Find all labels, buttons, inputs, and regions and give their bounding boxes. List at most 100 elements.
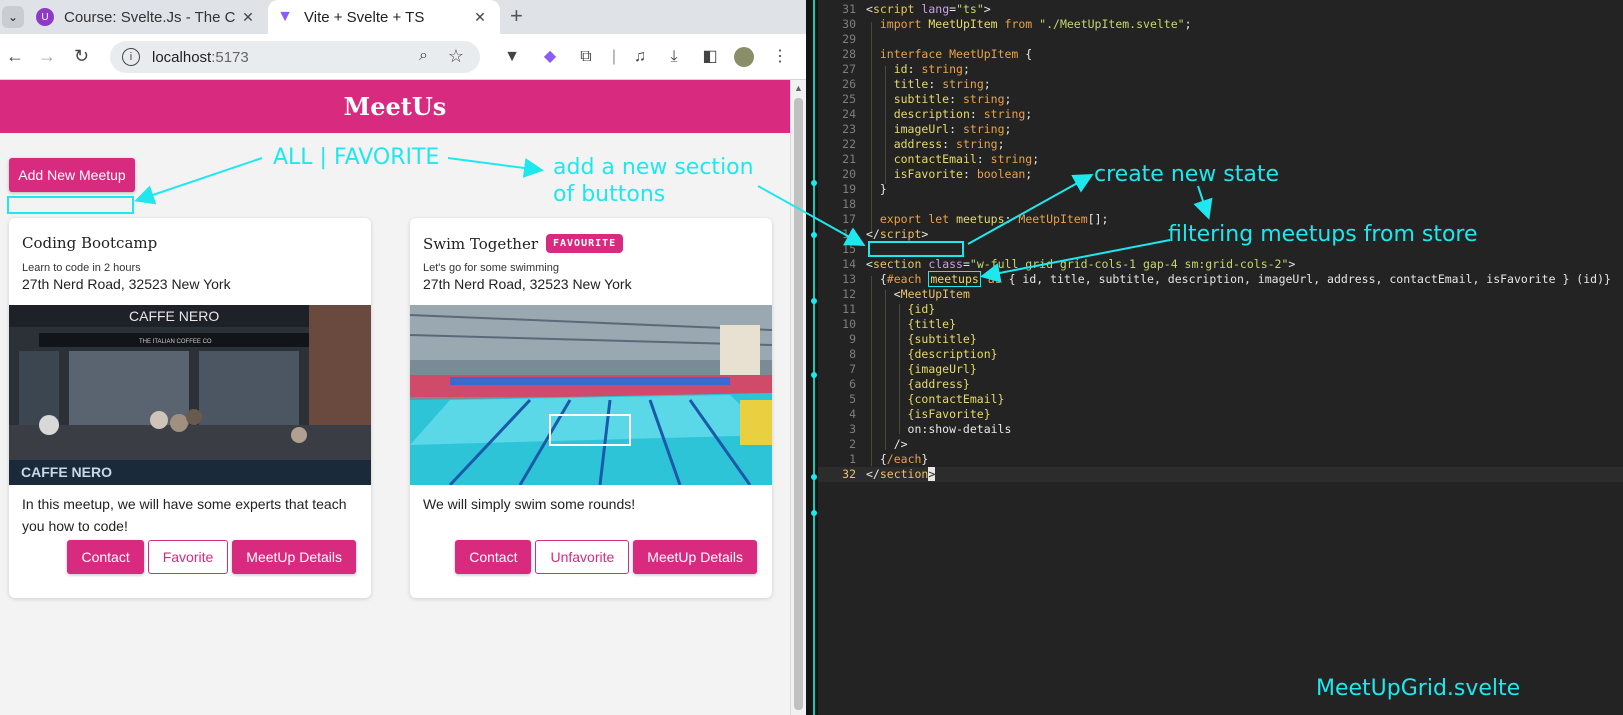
bookmark-star-icon[interactable]: ☆ [448, 46, 464, 67]
code-line: 13 {#each meetups as { id, title, subtit… [842, 271, 1611, 287]
media-queue-icon[interactable]: ♫ [630, 47, 650, 67]
url-text: localhost:5173 [152, 48, 249, 66]
code-line: 30 import MeetUpItem from "./MeetUpItem.… [842, 17, 1192, 31]
annotation-add-section-line2: of buttons [553, 182, 666, 207]
meetup-details-button[interactable]: MeetUp Details [232, 540, 356, 574]
tab-course[interactable]: U Course: Svelte.Js - The Co ✕ [28, 0, 268, 34]
card-actions: Contact Unfavorite MeetUp Details [455, 540, 757, 574]
address-bar[interactable]: i localhost:5173 ⌕ ☆ [110, 41, 480, 73]
code-line: 6 {address} [849, 377, 970, 391]
pane-divider[interactable] [806, 0, 818, 715]
site-info-icon[interactable]: i [122, 48, 140, 66]
close-icon[interactable]: ✕ [236, 9, 260, 26]
scroll-up-icon[interactable]: ▲ [794, 83, 803, 93]
code-line: 4 {isFavorite} [849, 407, 991, 421]
code-editor[interactable]: 31 <script lang="ts"> 30 import MeetUpIte… [818, 0, 1623, 715]
meetup-image: CAFFE NERO CAFFE NERO THE ITALIAN COFFEE… [9, 305, 371, 485]
meetup-description: In this meetup, we will have some expert… [22, 496, 347, 534]
profile-avatar[interactable] [734, 47, 754, 67]
tab-bar: ⌄ U Course: Svelte.Js - The Co ✕ ▼ Vite … [0, 0, 806, 34]
divider-marker [811, 232, 817, 238]
tab-vite[interactable]: ▼ Vite + Svelte + TS ✕ [268, 0, 500, 34]
code-line: 7 {imageUrl} [849, 362, 977, 376]
new-state-placeholder [868, 241, 964, 257]
cafe-photo: CAFFE NERO CAFFE NERO THE ITALIAN COFFEE… [9, 305, 371, 485]
code-line: 3 on:show-details [849, 422, 1012, 436]
meetup-subtitle: Let's go for some swimming [423, 262, 559, 274]
divider-marker [811, 510, 817, 516]
code-line: 26 title: string; [842, 77, 991, 91]
pool-photo [410, 305, 772, 485]
extension-v-icon[interactable]: ▼ [502, 47, 522, 67]
meetup-image [410, 305, 772, 485]
divider-marker [811, 474, 817, 480]
browser-window: ⌄ U Course: Svelte.Js - The Co ✕ ▼ Vite … [0, 0, 806, 715]
annotation-all-favorite: ALL | FAVORITE [273, 145, 440, 170]
code-line: 23 imageUrl: string; [842, 122, 1012, 136]
divider-marker [811, 372, 817, 378]
meetup-address: 27th Nerd Road, 32523 New York [423, 276, 632, 292]
meetup-title: Swim Together [423, 234, 538, 253]
tab-search-icon[interactable]: ⌄ [2, 6, 24, 28]
code-line: 22 address: string; [842, 137, 1005, 151]
code-line-current: 32 </section> [818, 467, 1623, 482]
code-line: 11 {id} [842, 302, 936, 316]
extension-shield-icon[interactable]: ◆ [540, 47, 560, 67]
back-icon[interactable]: ← [6, 46, 24, 67]
separator: | [611, 48, 617, 65]
cafe-sign-text: CAFFE NERO [21, 464, 112, 480]
sidepanel-icon[interactable]: ◧ [700, 47, 720, 67]
browser-toolbar: ← → ↻ i localhost:5173 ⌕ ☆ ▼ ◆ ⧉ | ♫ ⤓ ◧… [0, 34, 806, 80]
card-header: Swim Together FAVOURITE [423, 234, 624, 253]
code-line: 8 {description} [849, 347, 998, 361]
new-buttons-placeholder [7, 196, 134, 214]
close-icon[interactable]: ✕ [468, 9, 492, 26]
code-line: 2 /> [849, 437, 908, 451]
forward-icon[interactable]: → [38, 46, 56, 67]
annotation-create-state: create new state [1094, 162, 1280, 187]
zoom-icon[interactable]: ⌕ [419, 47, 428, 65]
code-line: 29 [842, 32, 856, 46]
meetup-subtitle: Learn to code in 2 hours [22, 262, 141, 274]
extensions-puzzle-icon[interactable]: ⧉ [576, 47, 596, 67]
code-line: 28 interface MeetUpItem { [842, 47, 1033, 61]
editor-filename-label: MeetUpGrid.svelte [1316, 676, 1521, 701]
code-line: 14 <section class="w-full grid grid-cols-… [842, 257, 1296, 271]
code-line: 18 [842, 197, 856, 211]
meetup-details-button[interactable]: MeetUp Details [633, 540, 757, 574]
divider-marker [811, 180, 817, 186]
meetup-address: 27th Nerd Road, 32523 New York [22, 276, 231, 292]
page-scrollbar[interactable]: ▲ [790, 80, 806, 715]
add-new-meetup-button[interactable]: Add New Meetup [9, 158, 135, 192]
menu-kebab-icon[interactable]: ⋮ [770, 47, 790, 67]
meetup-card: Coding Bootcamp Learn to code in 2 hours… [9, 218, 371, 598]
scroll-thumb[interactable] [794, 98, 803, 710]
new-tab-icon[interactable]: + [510, 3, 523, 29]
tab-title: Vite + Svelte + TS [304, 8, 425, 26]
code-line: 27 id: string; [842, 62, 970, 76]
code-line: 25 subtitle: string; [842, 92, 1012, 106]
cafe-logo-text: CAFFE NERO [129, 308, 219, 324]
code-line: 10 {title} [842, 317, 957, 331]
reload-icon[interactable]: ↻ [74, 46, 89, 67]
code-line: 5 {contactEmail} [849, 392, 1005, 406]
app-header: MeetUs [0, 80, 790, 133]
code-line: 12 <MeetUpItem [842, 287, 970, 301]
divider-line [813, 0, 815, 715]
contact-button[interactable]: Contact [67, 540, 144, 574]
meetup-card: Swim Together FAVOURITE Let's go for som… [410, 218, 772, 598]
code-line: 1 {/each} [849, 452, 929, 466]
code-line: 31 <script lang="ts"> [842, 2, 991, 16]
download-icon[interactable]: ⤓ [664, 47, 684, 67]
code-line: 9 {subtitle} [849, 332, 977, 346]
contact-button[interactable]: Contact [455, 540, 532, 574]
annotation-add-section-line1: add a new section [553, 155, 754, 180]
card-actions: Contact Favorite MeetUp Details [67, 540, 356, 574]
divider-marker [811, 298, 817, 304]
favourite-badge: FAVOURITE [546, 234, 624, 253]
unfavorite-button[interactable]: Unfavorite [535, 540, 630, 574]
cafe-tagline-text: THE ITALIAN COFFEE CO [139, 339, 212, 345]
tab-title: Course: Svelte.Js - The Co [64, 8, 236, 26]
favorite-button[interactable]: Favorite [147, 540, 229, 574]
udemy-icon: U [36, 8, 54, 26]
